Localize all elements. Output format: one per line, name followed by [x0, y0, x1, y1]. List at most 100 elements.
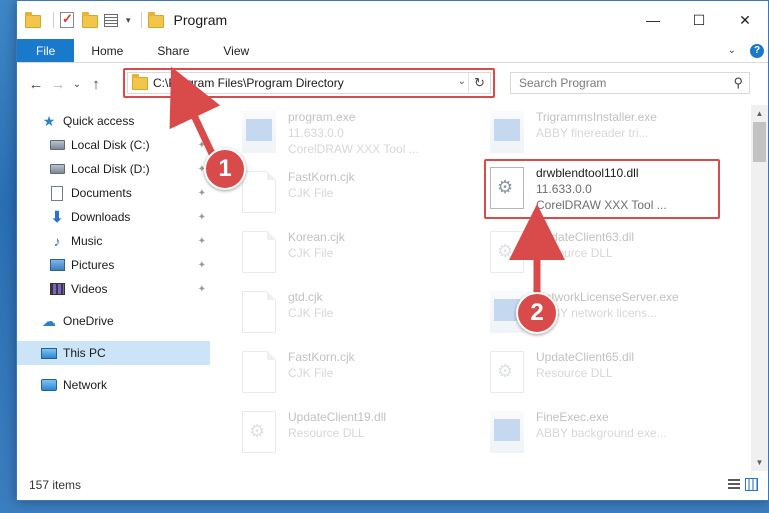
file-item[interactable]: UpdateClient63.dll Resource DLL: [490, 229, 730, 279]
sidebar-item-music[interactable]: ♪ Music ✦: [17, 229, 210, 253]
file-item[interactable]: FastKorn.cjk CJK File: [242, 349, 482, 399]
help-button[interactable]: ?: [746, 39, 768, 62]
search-placeholder: Search Program: [519, 76, 607, 90]
file-item[interactable]: program.exe 11.633.0.0 CorelDRAW XXX Too…: [242, 109, 482, 159]
scroll-down-icon[interactable]: ▼: [751, 454, 768, 471]
tab-home[interactable]: Home: [74, 39, 140, 62]
ribbon-tabs: File Home Share View ⌄ ?: [17, 39, 768, 63]
sidebar-item-videos[interactable]: Videos ✦: [17, 277, 210, 301]
sidebar-item-pictures[interactable]: Pictures ✦: [17, 253, 210, 277]
file-type: CJK File: [288, 246, 334, 260]
sidebar-item-quick-access[interactable]: ★ Quick access: [17, 109, 210, 133]
file-text: FastKorn.cjk CJK File: [288, 349, 355, 381]
back-arrow-icon[interactable]: ←: [25, 76, 47, 93]
file-text: program.exe 11.633.0.0 CorelDRAW XXX Too…: [288, 109, 419, 157]
sidebar-item-local-disk-c[interactable]: Local Disk (C:) ✦: [17, 133, 210, 157]
pin-icon: ✦: [197, 187, 206, 199]
folder-icon: [147, 12, 164, 28]
downloads-icon: ⬇: [50, 209, 64, 226]
file-text: drwblendtool110.dll 11.633.0.0 CorelDRAW…: [536, 165, 667, 213]
new-folder-icon[interactable]: [82, 12, 98, 28]
maximize-button[interactable]: ☐: [676, 1, 722, 39]
dll-file-icon: [490, 351, 524, 393]
file-text: UpdateClient19.dll Resource DLL: [288, 409, 386, 441]
pin-icon: ✦: [197, 235, 206, 247]
file-text: FastKorn.cjk CJK File: [288, 169, 355, 201]
scroll-up-icon[interactable]: ▲: [751, 105, 768, 122]
exe-file-icon: [242, 111, 276, 153]
file-item-drwblendtool110[interactable]: drwblendtool110.dll 11.633.0.0 CorelDRAW…: [490, 165, 730, 215]
onedrive-icon: ☁: [42, 312, 56, 329]
file-text: UpdateClient63.dll Resource DLL: [536, 229, 634, 261]
documents-icon: [49, 185, 65, 201]
pictures-icon: [49, 257, 65, 273]
file-name: TrigrammsInstaller.exe: [536, 110, 657, 124]
file-item[interactable]: TrigrammsInstaller.exe ABBY finereader t…: [490, 109, 730, 159]
recent-locations-chevron-icon[interactable]: ⌄: [69, 79, 85, 90]
properties-check-icon[interactable]: [60, 11, 76, 28]
vertical-scrollbar[interactable]: ▲ ▼: [751, 105, 768, 471]
sidebar-item-local-disk-d[interactable]: Local Disk (D:) ✦: [17, 157, 210, 181]
disk-icon: [49, 137, 65, 153]
sidebar-item-documents[interactable]: Documents ✦: [17, 181, 210, 205]
cjk-file-icon: [242, 171, 276, 213]
step-1-callout: 1: [204, 148, 246, 190]
network-icon: [41, 377, 57, 393]
file-item[interactable]: gtd.cjk CJK File: [242, 289, 482, 339]
properties-icon[interactable]: [104, 12, 120, 28]
tab-share[interactable]: Share: [140, 39, 206, 62]
file-item[interactable]: FineExec.exe ABBY background exe...: [490, 409, 730, 459]
help-icon: ?: [750, 43, 764, 58]
disk-icon: [49, 161, 65, 177]
window-title: Program: [173, 12, 228, 28]
address-highlight-box: [123, 68, 495, 98]
tab-view[interactable]: View: [206, 39, 266, 62]
highlighted-file-box: drwblendtool110.dll 11.633.0.0 CorelDRAW…: [484, 159, 720, 219]
search-icon[interactable]: ⚲: [733, 75, 743, 91]
window-controls: — ☐ ✕: [630, 1, 768, 39]
file-item[interactable]: Korean.cjk CJK File: [242, 229, 482, 279]
file-name: UpdateClient63.dll: [536, 230, 635, 244]
this-pc-icon: [41, 345, 57, 361]
file-name: Korean.cjk: [288, 230, 345, 244]
file-item[interactable]: UpdateClient65.dll Resource DLL: [490, 349, 730, 399]
item-count: 157 items: [29, 478, 82, 492]
file-name: drwblendtool110.dll: [536, 166, 639, 180]
scroll-thumb[interactable]: [753, 122, 766, 162]
sidebar-item-label: OneDrive: [63, 314, 114, 328]
file-text: UpdateClient65.dll Resource DLL: [536, 349, 634, 381]
search-input[interactable]: Search Program ⚲: [510, 72, 750, 94]
file-description: CorelDRAW XXX Tool ...: [536, 198, 667, 212]
file-type: ABBY background exe...: [536, 426, 667, 440]
exe-file-icon: [490, 411, 524, 453]
dll-file-icon: [242, 411, 276, 453]
expand-ribbon-icon[interactable]: ⌄: [728, 39, 746, 62]
sidebar-item-label: Pictures: [71, 258, 115, 272]
file-version: 11.633.0.0: [288, 126, 344, 140]
file-version: 11.633.0.0: [536, 182, 592, 196]
sidebar-item-onedrive[interactable]: ☁ OneDrive: [17, 309, 210, 333]
tab-file[interactable]: File: [17, 39, 75, 62]
details-view-icon[interactable]: [728, 479, 740, 491]
sidebar-item-label: Downloads: [71, 210, 131, 224]
music-icon: ♪: [53, 233, 61, 249]
up-arrow-icon[interactable]: ↑: [85, 76, 107, 93]
sidebar-item-this-pc[interactable]: This PC: [17, 341, 210, 365]
sidebar-item-network[interactable]: Network: [17, 373, 210, 397]
cjk-file-icon: [242, 291, 276, 333]
quick-access-dropdown-icon[interactable]: ▾: [126, 15, 131, 26]
file-name: NetworkLicenseServer.exe: [536, 290, 679, 304]
sidebar-item-label: Music: [71, 234, 103, 248]
sidebar-item-downloads[interactable]: ⬇ Downloads ✦: [17, 205, 210, 229]
forward-arrow-icon[interactable]: →: [47, 76, 69, 93]
file-name: gtd.cjk: [288, 290, 323, 304]
minimize-button[interactable]: —: [630, 1, 676, 39]
file-item[interactable]: FastKorn.cjk CJK File: [242, 169, 482, 219]
file-item[interactable]: UpdateClient19.dll Resource DLL: [242, 409, 482, 459]
sidebar-item-label: Network: [63, 378, 108, 392]
file-text: FineExec.exe ABBY background exe...: [536, 409, 667, 441]
large-icons-view-icon[interactable]: [745, 478, 758, 491]
file-text: gtd.cjk CJK File: [288, 289, 333, 321]
folder-icon[interactable]: [25, 12, 41, 28]
close-button[interactable]: ✕: [722, 1, 768, 39]
